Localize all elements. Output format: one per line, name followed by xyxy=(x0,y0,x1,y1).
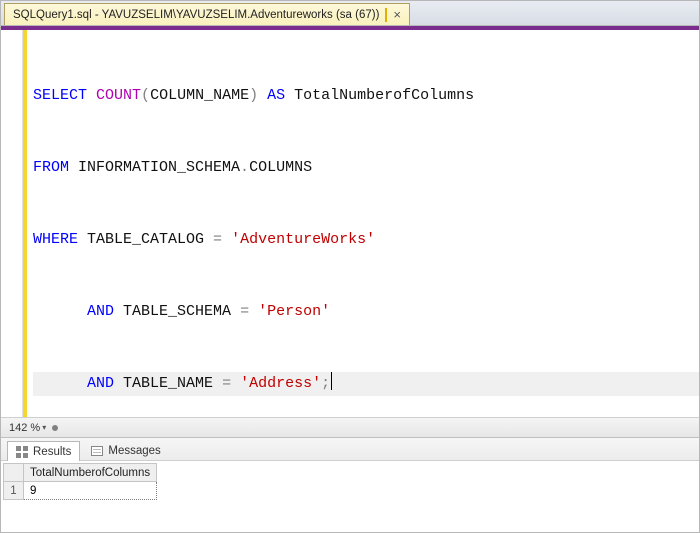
editor-gutter xyxy=(1,30,23,417)
results-tabstrip: Results Messages xyxy=(1,438,699,461)
tab-results[interactable]: Results xyxy=(7,441,80,461)
zoom-dropdown[interactable]: 142 % ▾ xyxy=(5,420,48,436)
messages-icon xyxy=(91,446,103,456)
editor-content[interactable]: SELECT COUNT(COLUMN_NAME) AS TotalNumber… xyxy=(27,30,699,417)
tab-title: SQLQuery1.sql - YAVUZSELIM\YAVUZSELIM.Ad… xyxy=(13,9,379,21)
tab-results-label: Results xyxy=(33,446,71,458)
code-line: WHERE TABLE_CATALOG = 'AdventureWorks' xyxy=(33,228,699,252)
sql-editor[interactable]: SELECT COUNT(COLUMN_NAME) AS TotalNumber… xyxy=(1,30,699,417)
text-caret xyxy=(331,372,332,390)
tab-modified-indicator xyxy=(385,8,387,22)
ssms-window: SQLQuery1.sql - YAVUZSELIM\YAVUZSELIM.Ad… xyxy=(0,0,700,533)
results-pane: Results Messages TotalNumberofColumns 1 … xyxy=(1,437,699,532)
code-line: SELECT COUNT(COLUMN_NAME) AS TotalNumber… xyxy=(33,84,699,108)
grid-corner[interactable] xyxy=(4,464,24,482)
tab-messages-label: Messages xyxy=(108,445,160,457)
document-tab-active[interactable]: SQLQuery1.sql - YAVUZSELIM\YAVUZSELIM.Ad… xyxy=(4,3,410,25)
chevron-down-icon: ▾ xyxy=(42,423,46,432)
row-header[interactable]: 1 xyxy=(4,482,24,500)
column-header[interactable]: TotalNumberofColumns xyxy=(24,464,157,482)
results-grid-container: TotalNumberofColumns 1 9 xyxy=(1,461,699,532)
status-dot xyxy=(52,425,58,431)
tab-messages[interactable]: Messages xyxy=(82,440,169,460)
code-line: FROM INFORMATION_SCHEMA.COLUMNS xyxy=(33,156,699,180)
editor-statusbar: 142 % ▾ xyxy=(1,417,699,437)
results-grid[interactable]: TotalNumberofColumns 1 9 xyxy=(3,463,157,500)
grid-cell[interactable]: 9 xyxy=(24,482,157,500)
close-icon[interactable]: × xyxy=(391,8,403,21)
table-row[interactable]: 1 9 xyxy=(4,482,157,500)
grid-icon xyxy=(16,446,28,458)
table-header-row: TotalNumberofColumns xyxy=(4,464,157,482)
zoom-value: 142 % xyxy=(9,422,40,434)
document-tabstrip: SQLQuery1.sql - YAVUZSELIM\YAVUZSELIM.Ad… xyxy=(1,1,699,26)
code-line-current: AND TABLE_NAME = 'Address'; xyxy=(33,372,699,396)
code-line: AND TABLE_SCHEMA = 'Person' xyxy=(33,300,699,324)
